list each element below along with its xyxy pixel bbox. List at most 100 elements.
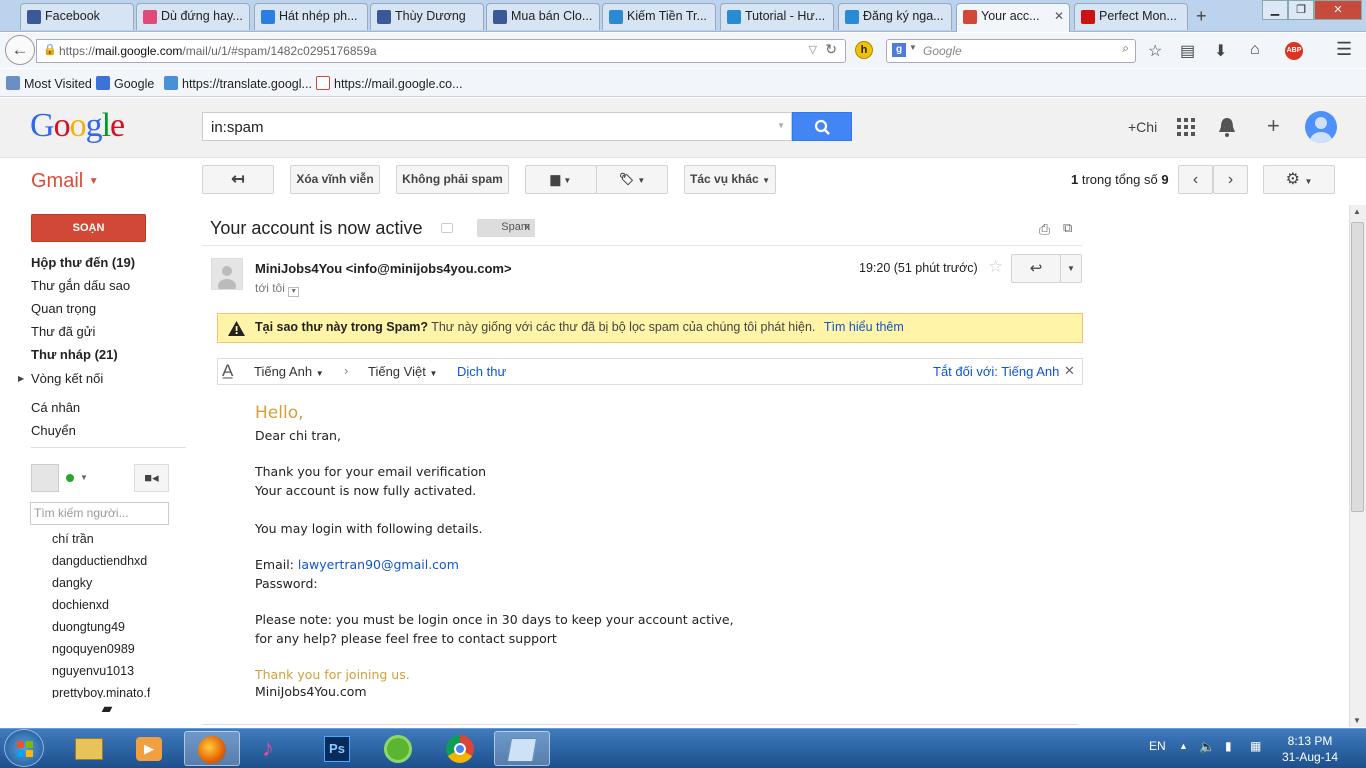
more-actions-button[interactable]: Tác vụ khác ▼ — [684, 165, 776, 194]
notifications-bell-icon[interactable] — [1217, 116, 1237, 141]
tab-3[interactable]: Thùy Dương — [370, 3, 484, 30]
download-icon[interactable]: ⬇ — [1214, 41, 1227, 61]
new-tab-button[interactable]: + — [1196, 6, 1207, 27]
maximize-button[interactable]: ❐ — [1288, 0, 1314, 20]
online-status-icon[interactable] — [66, 474, 74, 482]
chat-avatar[interactable] — [31, 464, 59, 492]
photoshop-taskbar-icon[interactable]: Ps — [308, 731, 364, 766]
bookmark-gmail[interactable]: https://mail.google.co... — [316, 76, 463, 91]
nav-item-5[interactable]: Vòng kết nối — [31, 371, 103, 386]
tab-0[interactable]: Facebook — [20, 3, 134, 30]
chat-contact[interactable]: dochienxd — [52, 598, 109, 612]
nav-item-1[interactable]: Thư gắn dấu sao — [31, 278, 130, 293]
power-icon[interactable]: ▮ — [1225, 739, 1232, 753]
scrollbar-thumb[interactable] — [1351, 222, 1364, 512]
search-icon[interactable]: ⌕ — [1122, 41, 1129, 56]
chat-contact[interactable]: dangky — [52, 576, 92, 590]
email-link[interactable]: lawyertran90@gmail.com — [298, 557, 459, 572]
delete-forever-button[interactable]: Xóa vĩnh viễn — [290, 165, 380, 194]
learn-more-link[interactable]: Tìm hiểu thêm — [824, 320, 904, 334]
system-clock[interactable]: 8:13 PM 31-Aug-14 — [1282, 733, 1338, 765]
media-player-taskbar-icon[interactable]: ▶ — [122, 731, 178, 766]
tab-6[interactable]: Tutorial - Hư... — [720, 3, 834, 30]
reply-more-button[interactable]: ▼ — [1060, 254, 1082, 283]
importance-marker-icon[interactable] — [441, 223, 453, 233]
explorer-taskbar-icon[interactable] — [61, 731, 117, 766]
bookmark-star-icon[interactable]: ☆ — [1148, 41, 1162, 61]
minimize-button[interactable]: ▁ — [1262, 0, 1288, 20]
labels-button[interactable]: 🏷 ▼ — [596, 165, 668, 194]
share-plus-icon[interactable]: + — [1267, 113, 1280, 139]
print-icon[interactable]: ⎙ — [1039, 221, 1050, 238]
tab-1[interactable]: Dù đứng hay... — [136, 3, 250, 30]
url-bar[interactable]: 🔒 https://mail.google.com/mail/u/1/#spam… — [36, 39, 846, 63]
expand-circles-icon[interactable]: ▶ — [18, 374, 24, 383]
bookmark-google[interactable]: Google — [96, 76, 154, 91]
target-language-select[interactable]: Tiếng Việt ▼ — [368, 364, 437, 379]
google-logo[interactable]: Google — [30, 107, 125, 145]
tab-9[interactable]: Perfect Mon... — [1074, 3, 1188, 30]
chat-contact[interactable]: ngoquyen0989 — [52, 642, 135, 656]
gmail-app-menu[interactable]: Gmail ▼ — [31, 170, 99, 193]
settings-button[interactable]: ⚙ ▼ — [1263, 165, 1335, 194]
next-message-button[interactable]: › — [1213, 165, 1248, 194]
mail-search-button[interactable] — [792, 112, 852, 141]
browser-search-input[interactable]: g ▼ Google ⌕ — [886, 39, 1136, 63]
addon-h-icon[interactable]: h — [855, 41, 873, 59]
nav-item-4[interactable]: Thư nháp (21) — [31, 347, 118, 362]
search-options-icon[interactable]: ▼ — [777, 121, 785, 130]
nav-item-0[interactable]: Hộp thư đến (19) — [31, 255, 135, 270]
reload-icon[interactable]: ↻ — [825, 41, 837, 58]
sender-name[interactable]: MiniJobs4You <info@minijobs4you.com> — [255, 261, 512, 276]
language-indicator[interactable]: EN — [1149, 739, 1166, 753]
recipient-line[interactable]: tới tôi ▼ — [255, 281, 300, 297]
translate-message-link[interactable]: Dịch thư — [457, 364, 506, 379]
notepad-taskbar-icon[interactable] — [494, 731, 550, 766]
close-tab-icon[interactable]: ✕ — [1054, 9, 1064, 23]
chat-contact[interactable]: prettyboy.minato.f — [52, 686, 150, 698]
chat-contact[interactable]: dangductiendhxd — [52, 554, 147, 568]
people-search-input[interactable]: Tìm kiếm người... — [30, 502, 169, 525]
engine-dropdown-icon[interactable]: ▼ — [909, 43, 917, 52]
source-language-select[interactable]: Tiếng Anh ▼ — [254, 364, 324, 379]
adblock-icon[interactable]: ABP — [1285, 42, 1303, 60]
coccoc-taskbar-icon[interactable] — [370, 731, 426, 766]
chat-contact[interactable]: chí trần — [52, 532, 94, 546]
mail-search-input[interactable]: in:spam ▼ — [202, 112, 792, 141]
new-window-icon[interactable]: ⧉ — [1063, 220, 1072, 236]
tab-7[interactable]: Đăng ký nga... — [838, 3, 952, 30]
google-engine-icon[interactable]: g — [892, 43, 906, 57]
nav-item-2[interactable]: Quan trọng — [31, 301, 96, 316]
nav-item-3[interactable]: Thư đã gửi — [31, 324, 95, 339]
url-dropdown-icon[interactable]: ▽ — [809, 43, 817, 56]
apps-grid-icon[interactable] — [1176, 117, 1196, 140]
star-icon[interactable]: ☆ — [988, 257, 1003, 277]
tab-4[interactable]: Mua bán Clo... — [486, 3, 600, 30]
move-to-button[interactable]: ▆ ▼ — [525, 165, 597, 194]
back-to-list-button[interactable]: ↤ — [202, 165, 274, 194]
start-button[interactable] — [4, 729, 44, 767]
status-dropdown-icon[interactable]: ▼ — [80, 473, 88, 482]
chat-contact[interactable]: duongtung49 — [52, 620, 125, 634]
tab-8[interactable]: Your acc... ✕ — [956, 3, 1070, 32]
chat-toggle-icon[interactable]: ▰ — [92, 700, 122, 726]
turn-off-translate-link[interactable]: Tắt đối với: Tiếng Anh — [933, 364, 1059, 379]
video-call-icon[interactable]: ■◂ — [134, 464, 169, 492]
compose-button[interactable]: SOẠN — [31, 214, 146, 242]
menu-icon[interactable]: ☰ — [1336, 39, 1352, 60]
prev-message-button[interactable]: ‹ — [1178, 165, 1213, 194]
nav-item-6[interactable]: Cá nhân — [31, 400, 80, 415]
reply-button[interactable]: ↩ — [1011, 254, 1061, 283]
remove-label-icon[interactable]: x — [525, 221, 531, 233]
back-button[interactable]: ← — [5, 35, 35, 65]
tab-2[interactable]: Hát nhép ph... — [254, 3, 368, 30]
close-window-button[interactable]: ✕ — [1314, 0, 1362, 20]
account-avatar[interactable] — [1305, 111, 1337, 143]
music-app-taskbar-icon[interactable]: ♪ — [246, 731, 302, 766]
nav-item-7[interactable]: Chuyển — [31, 423, 76, 438]
reading-list-icon[interactable]: ▤ — [1180, 41, 1195, 61]
bookmark-translate[interactable]: https://translate.googl... — [164, 76, 312, 91]
bookmark-most-visited[interactable]: Most Visited — [6, 76, 92, 91]
user-link[interactable]: +Chi — [1128, 119, 1157, 135]
show-hidden-icons[interactable]: ▲ — [1179, 741, 1188, 751]
